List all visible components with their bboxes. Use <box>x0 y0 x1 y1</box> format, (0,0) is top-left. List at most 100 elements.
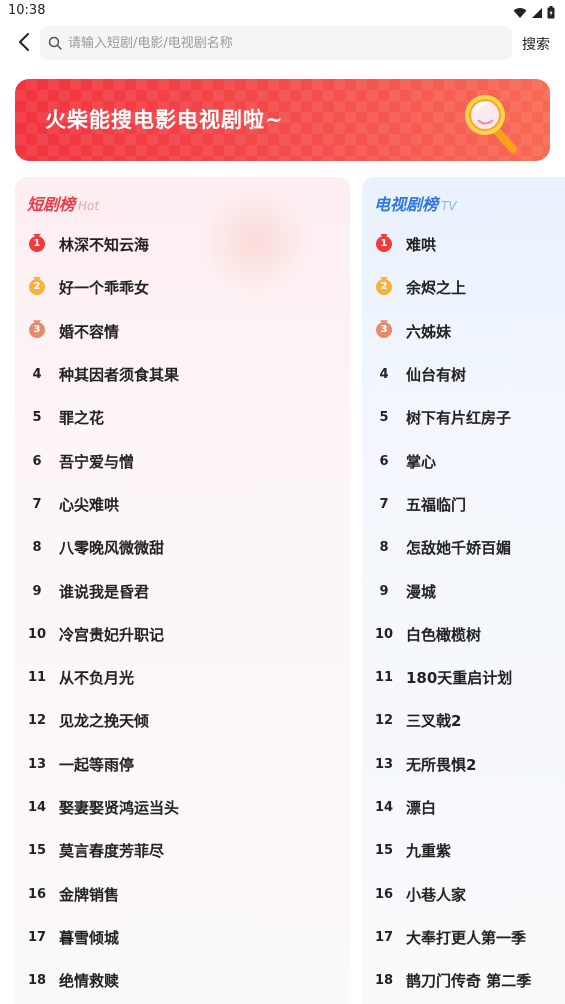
rank-number: 5 <box>32 410 42 426</box>
ranking-item-title: 漂白 <box>406 799 437 817</box>
rank-number: 4 <box>379 367 389 383</box>
ranking-item[interactable]: 16 金牌销售 <box>15 872 350 915</box>
tv-drama-ranking-title[interactable]: 电视剧榜 TV <box>374 191 457 215</box>
ranking-item[interactable]: 16 小巷人家 <box>362 872 565 915</box>
ranking-item[interactable]: 3 六姊妹 <box>362 310 565 353</box>
ranking-item-title: 六姊妹 <box>406 322 452 341</box>
ranking-item[interactable]: 17 暮雪倾城 <box>15 916 350 959</box>
ranking-item[interactable]: 13 一起等雨停 <box>15 743 350 786</box>
search-button[interactable]: 搜索 <box>522 34 550 54</box>
ranking-item[interactable]: 7 五福临门 <box>362 483 565 526</box>
ranking-item[interactable]: 5 罪之花 <box>15 396 350 439</box>
ranking-item[interactable]: 11 从不负月光 <box>15 656 350 699</box>
ranking-item-title: 冷宫贵妃升职记 <box>59 625 165 644</box>
ranking-item-title: 谁说我是昏君 <box>59 582 150 601</box>
chevron-left-icon <box>17 32 31 56</box>
ranking-item-title: 莫言春度芳菲尽 <box>59 842 165 861</box>
ranking-item[interactable]: 13 无所畏惧2 <box>362 743 565 786</box>
ranking-item[interactable]: 5 树下有片红房子 <box>362 396 565 439</box>
ranking-item-title: 余烬之上 <box>406 279 467 298</box>
ranking-item-title: 无所畏惧2 <box>406 755 477 774</box>
ranking-item-title: 三叉戟2 <box>406 712 462 731</box>
ranking-item[interactable]: 12 见龙之挽天倾 <box>15 699 350 742</box>
ranking-item-title: 九重紫 <box>406 842 452 861</box>
ranking-item[interactable]: 10 冷宫贵妃升职记 <box>15 613 350 656</box>
ranking-item[interactable]: 2 好一个乖乖女 <box>15 266 350 309</box>
ranking-item-title: 180天重启计划 <box>406 669 513 688</box>
medal-number: 2 <box>376 278 392 295</box>
ranking-item[interactable]: 2 余烬之上 <box>362 266 565 309</box>
rank-number: 15 <box>27 843 47 859</box>
ranking-item-title: 小巷人家 <box>406 885 467 904</box>
ranking-item[interactable]: 3 婚不容情 <box>15 310 350 353</box>
ranking-item[interactable]: 8 怎敌她千娇百媚 <box>362 526 565 569</box>
ranking-item[interactable]: 11 180天重启计划 <box>362 656 565 699</box>
medal-icon: 3 <box>29 320 45 339</box>
ranking-item[interactable]: 6 掌心 <box>362 439 565 482</box>
ranking-item[interactable]: 1 林深不知云海 <box>15 223 350 266</box>
ranking-item-title: 八零晚风微微甜 <box>59 539 165 558</box>
ranking-item-title: 见龙之挽天倾 <box>59 712 150 731</box>
status-time: 10:38 <box>8 3 46 18</box>
ranking-item[interactable]: 14 漂白 <box>362 786 565 829</box>
rank-number: 17 <box>374 929 394 945</box>
ranking-item[interactable]: 4 仙台有树 <box>362 353 565 396</box>
ranking-item-title: 吾宁爱与憎 <box>59 452 135 471</box>
search-input[interactable] <box>64 35 512 51</box>
medal-number: 1 <box>29 235 45 252</box>
ranking-item-title: 种其因者须食其果 <box>59 366 180 385</box>
rank-medal-icon: 3 <box>362 320 406 342</box>
rank-number: 12 <box>374 713 394 729</box>
ranking-item-title: 白色橄榄树 <box>406 625 482 644</box>
ranking-item[interactable]: 10 白色橄榄树 <box>362 613 565 656</box>
rank-number: 6 <box>379 453 389 469</box>
ranking-item[interactable]: 12 三叉戟2 <box>362 699 565 742</box>
promo-banner[interactable]: 火柴能搜电影电视剧啦~ <box>15 79 550 161</box>
status-bar: 10:38 <box>0 0 565 24</box>
rank-number: 16 <box>374 886 394 902</box>
ranking-item[interactable]: 9 漫城 <box>362 569 565 612</box>
rank-medal-icon: 3 <box>15 320 59 342</box>
rank-number: 11 <box>374 670 394 686</box>
ranking-item[interactable]: 9 谁说我是昏君 <box>15 569 350 612</box>
ranking-item[interactable]: 15 莫言春度芳菲尽 <box>15 829 350 872</box>
ranking-item-title: 绝情救赎 <box>59 972 120 991</box>
medal-icon: 2 <box>29 276 45 295</box>
rank-number: 14 <box>374 800 394 815</box>
ranking-item[interactable]: 18 绝情救赎 <box>15 959 350 1002</box>
medal-icon: 1 <box>29 233 45 252</box>
rank-number: 12 <box>27 713 47 729</box>
ranking-item[interactable]: 8 八零晚风微微甜 <box>15 526 350 569</box>
ranking-item-title: 怎敌她千娇百媚 <box>406 539 512 558</box>
search-icon <box>46 34 64 52</box>
rank-number: 6 <box>32 453 42 469</box>
rank-number: 14 <box>27 800 47 815</box>
ranking-item-title: 心尖难哄 <box>59 495 120 514</box>
rank-number: 9 <box>379 583 389 599</box>
search-box[interactable] <box>40 26 512 60</box>
ranking-item[interactable]: 6 吾宁爱与憎 <box>15 439 350 482</box>
back-button[interactable] <box>10 30 38 58</box>
ranking-item[interactable]: 4 种其因者须食其果 <box>15 353 350 396</box>
rank-number: 8 <box>32 540 42 556</box>
ranking-item-title: 罪之花 <box>59 409 105 428</box>
ranking-item-title: 林深不知云海 <box>59 236 150 255</box>
ranking-item-title: 仙台有树 <box>406 366 467 385</box>
rank-number: 10 <box>27 626 47 642</box>
short-drama-ranking-title[interactable]: 短剧榜 Hot <box>27 191 99 215</box>
rank-medal-icon: 1 <box>15 233 59 256</box>
ranking-item-title: 金牌销售 <box>59 885 120 904</box>
ranking-item[interactable]: 17 大奉打更人第一季 <box>362 916 565 959</box>
ranking-item[interactable]: 7 心尖难哄 <box>15 483 350 526</box>
rank-number: 7 <box>32 496 42 512</box>
medal-icon: 3 <box>376 320 392 339</box>
ranking-item[interactable]: 15 九重紫 <box>362 829 565 872</box>
rank-medal-icon: 1 <box>362 233 406 256</box>
ranking-item-title: 暮雪倾城 <box>59 928 120 947</box>
rank-number: 17 <box>27 929 47 945</box>
ranking-title: 短剧榜 <box>27 195 76 214</box>
ranking-item[interactable]: 18 鹊刀门传奇 第二季 <box>362 959 565 1002</box>
ranking-item[interactable]: 1 难哄 <box>362 223 565 266</box>
status-icons <box>513 4 555 23</box>
ranking-item[interactable]: 14 娶妻娶贤鸿运当头 <box>15 786 350 829</box>
